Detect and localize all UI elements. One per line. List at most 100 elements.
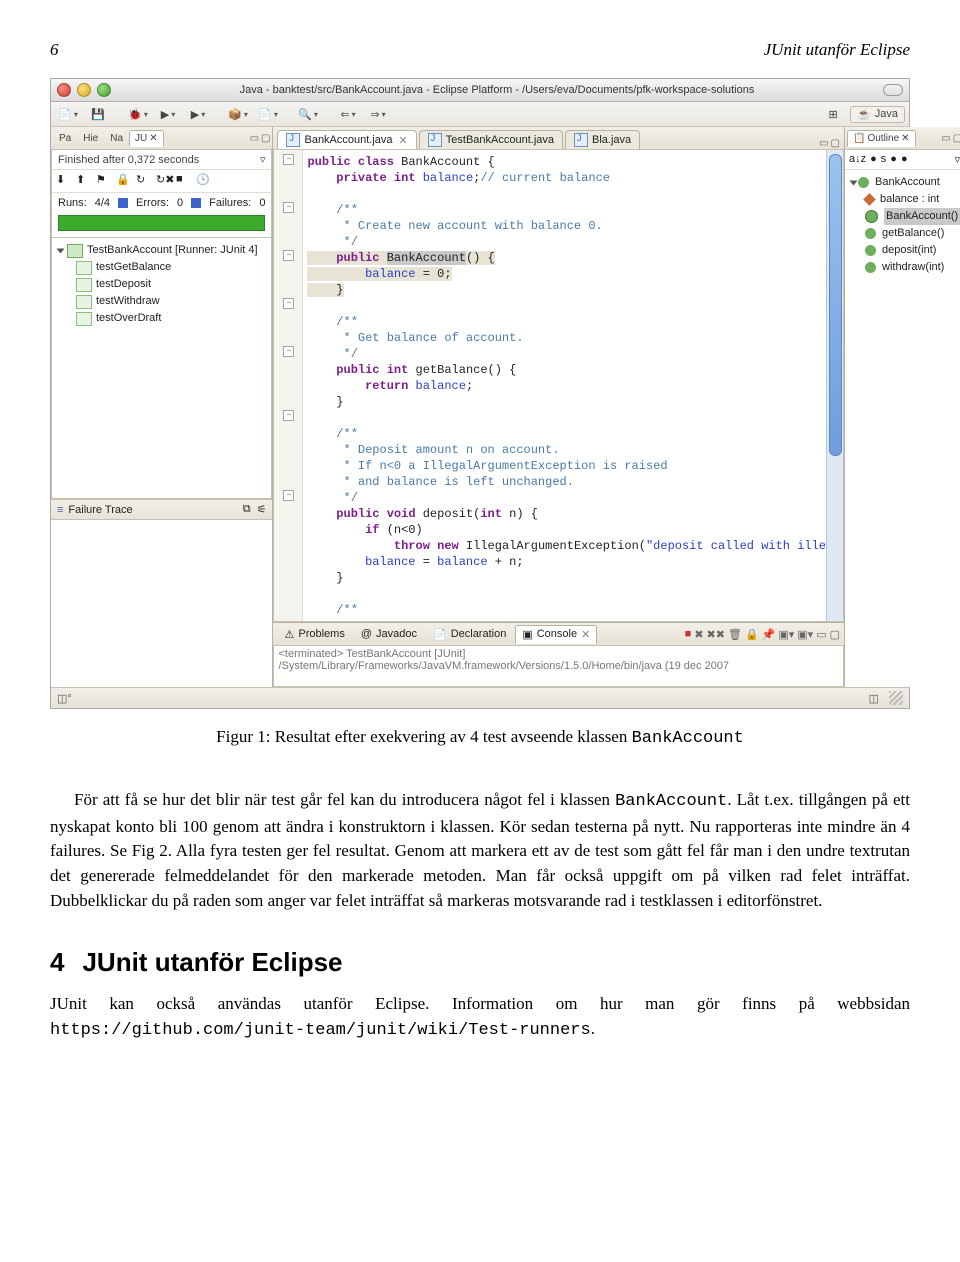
- window-titlebar[interactable]: Java - banktest/src/BankAccount.java - E…: [51, 79, 909, 102]
- console-output[interactable]: <terminated> TestBankAccount [JUnit] /Sy…: [273, 646, 844, 687]
- window-title: Java - banktest/src/BankAccount.java - E…: [117, 84, 877, 96]
- open-console-icon[interactable]: ▣▾: [797, 628, 813, 641]
- vertical-scrollbar[interactable]: [826, 150, 843, 621]
- test-pass-icon: [76, 278, 92, 292]
- junit-test-tree[interactable]: TestBankAccount [Runner: JUnit 4] testGe…: [52, 238, 271, 331]
- fold-icon[interactable]: −: [283, 298, 294, 309]
- java-file-icon: [574, 133, 588, 147]
- rerun-icon[interactable]: ↻: [136, 173, 152, 189]
- status-left-icon: ◫°: [57, 692, 72, 705]
- tab-javadoc[interactable]: @ Javadoc: [354, 625, 424, 643]
- fold-icon[interactable]: −: [283, 410, 294, 421]
- sort-icon[interactable]: a↓z: [849, 153, 866, 166]
- maximize-view-icon[interactable]: ▢: [953, 133, 960, 144]
- editor-tab-testbankaccount[interactable]: TestBankAccount.java: [419, 130, 563, 149]
- fold-icon[interactable]: −: [283, 250, 294, 261]
- next-failure-icon[interactable]: ⬇: [56, 173, 72, 189]
- fold-icon[interactable]: −: [283, 490, 294, 501]
- failure-trace-body[interactable]: [51, 520, 272, 687]
- test-pass-icon: [76, 261, 92, 275]
- junit-counters: Runs:4/4 Errors:0 Failures:0: [52, 193, 271, 213]
- hide-static-icon[interactable]: s: [881, 153, 887, 166]
- minimize-view-icon[interactable]: ▭: [941, 133, 950, 144]
- nav-back-button[interactable]: ⇐: [335, 104, 361, 124]
- constructor-icon: [865, 210, 878, 223]
- hide-local-icon[interactable]: ●: [901, 153, 908, 166]
- expand-icon[interactable]: [850, 180, 858, 185]
- run-last-button[interactable]: ▶: [185, 104, 211, 124]
- tab-package-explorer[interactable]: Pa: [53, 130, 77, 147]
- scrollbar-thumb[interactable]: [829, 154, 842, 456]
- minimize-view-icon[interactable]: ▭: [250, 133, 259, 144]
- close-icon[interactable]: ✕: [581, 628, 590, 641]
- fold-icon[interactable]: −: [283, 346, 294, 357]
- compare-icon[interactable]: ⧉: [243, 503, 251, 516]
- open-perspective-button[interactable]: ⊞: [820, 104, 846, 124]
- run-button[interactable]: ▶: [155, 104, 181, 124]
- minimize-icon[interactable]: [77, 83, 91, 97]
- nav-fwd-button[interactable]: ⇒: [365, 104, 391, 124]
- scroll-lock-icon[interactable]: 🔒: [116, 173, 132, 189]
- close-icon[interactable]: [57, 83, 71, 97]
- tab-console[interactable]: ▣ Console ✕: [515, 625, 597, 644]
- new-package-button[interactable]: 📦: [225, 104, 251, 124]
- new-class-button[interactable]: 📄: [255, 104, 281, 124]
- zoom-icon[interactable]: [97, 83, 111, 97]
- fold-icon[interactable]: −: [283, 154, 294, 165]
- editor-gutter[interactable]: − − − − − − −: [274, 150, 303, 621]
- history-icon[interactable]: 🕓: [196, 173, 212, 189]
- view-menu-icon[interactable]: ▿: [260, 153, 266, 166]
- bottom-tabstrip: ⚠ Problems @ Javadoc 📄 Declaration ▣ Con…: [273, 623, 844, 646]
- junit-toolbar: ⬇ ⬆ ⚑ 🔒 ↻ ↻✖ ■ 🕓: [52, 170, 271, 193]
- outline-tree[interactable]: BankAccount balance : int BankAccount() …: [845, 170, 960, 687]
- expand-icon[interactable]: [57, 248, 65, 253]
- junit-status-text: Finished after 0,372 seconds: [58, 154, 199, 166]
- maximize-editor-icon[interactable]: ▢: [831, 138, 840, 149]
- editor-tab-bla[interactable]: Bla.java: [565, 130, 640, 149]
- figure-caption: Figur 1: Resultat efter exekvering av 4 …: [50, 727, 910, 748]
- filter-icon[interactable]: ⚟: [257, 503, 267, 516]
- tab-problems[interactable]: ⚠ Problems: [277, 625, 351, 644]
- maximize-view-icon[interactable]: ▢: [261, 133, 270, 144]
- terminate-icon[interactable]: ■: [685, 628, 692, 641]
- perspective-java[interactable]: ☕ Java: [850, 106, 905, 123]
- scroll-lock-icon[interactable]: 🔒: [745, 628, 759, 641]
- fold-icon[interactable]: −: [283, 202, 294, 213]
- errors-icon: [118, 198, 128, 208]
- source-code[interactable]: public class BankAccount { private int b…: [303, 150, 826, 621]
- maximize-view-icon[interactable]: ▢: [830, 628, 840, 641]
- resize-grip-icon[interactable]: [889, 691, 903, 705]
- tab-hierarchy[interactable]: Hie: [77, 130, 104, 147]
- hide-fields-icon[interactable]: ●: [870, 153, 877, 166]
- view-menu-icon[interactable]: ▿: [955, 153, 960, 166]
- toolbar-toggle-icon[interactable]: [883, 84, 903, 96]
- stop-icon[interactable]: ■: [176, 173, 192, 189]
- hide-nonpublic-icon[interactable]: ●: [890, 153, 897, 166]
- tab-outline[interactable]: 📋 Outline ✕: [847, 130, 916, 147]
- close-icon[interactable]: ✕: [399, 134, 408, 147]
- prev-failure-icon[interactable]: ⬆: [76, 173, 92, 189]
- pin-console-icon[interactable]: 📌: [762, 628, 776, 641]
- code-editor[interactable]: − − − − − − − public class BankAccount {…: [273, 150, 844, 622]
- tab-junit[interactable]: JU ✕: [129, 130, 164, 147]
- debug-button[interactable]: 🐞: [125, 104, 151, 124]
- remove-launch-icon[interactable]: ✖: [694, 628, 703, 641]
- tab-navigator[interactable]: Na: [104, 130, 129, 147]
- method-icon: [865, 228, 876, 239]
- failure-trace-icon: ≡: [57, 504, 62, 516]
- rerun-failed-icon[interactable]: ↻✖: [156, 173, 172, 189]
- minimize-editor-icon[interactable]: ▭: [819, 138, 828, 149]
- tab-declaration[interactable]: 📄 Declaration: [426, 625, 513, 644]
- remove-all-icon[interactable]: ✖✖: [707, 628, 725, 641]
- close-icon[interactable]: ✕: [149, 133, 157, 144]
- close-icon[interactable]: ✕: [901, 133, 909, 144]
- save-button[interactable]: 💾: [85, 104, 111, 124]
- display-console-icon[interactable]: ▣▾: [778, 628, 794, 641]
- minimize-view-icon[interactable]: ▭: [816, 628, 826, 641]
- new-button[interactable]: 📄: [55, 104, 81, 124]
- editor-tab-bankaccount[interactable]: BankAccount.java✕: [277, 130, 416, 149]
- show-failures-icon[interactable]: ⚑: [96, 173, 112, 189]
- clear-console-icon[interactable]: 🗑: [728, 628, 742, 641]
- search-button[interactable]: 🔍: [295, 104, 321, 124]
- status-right-icon: ◫: [869, 692, 879, 705]
